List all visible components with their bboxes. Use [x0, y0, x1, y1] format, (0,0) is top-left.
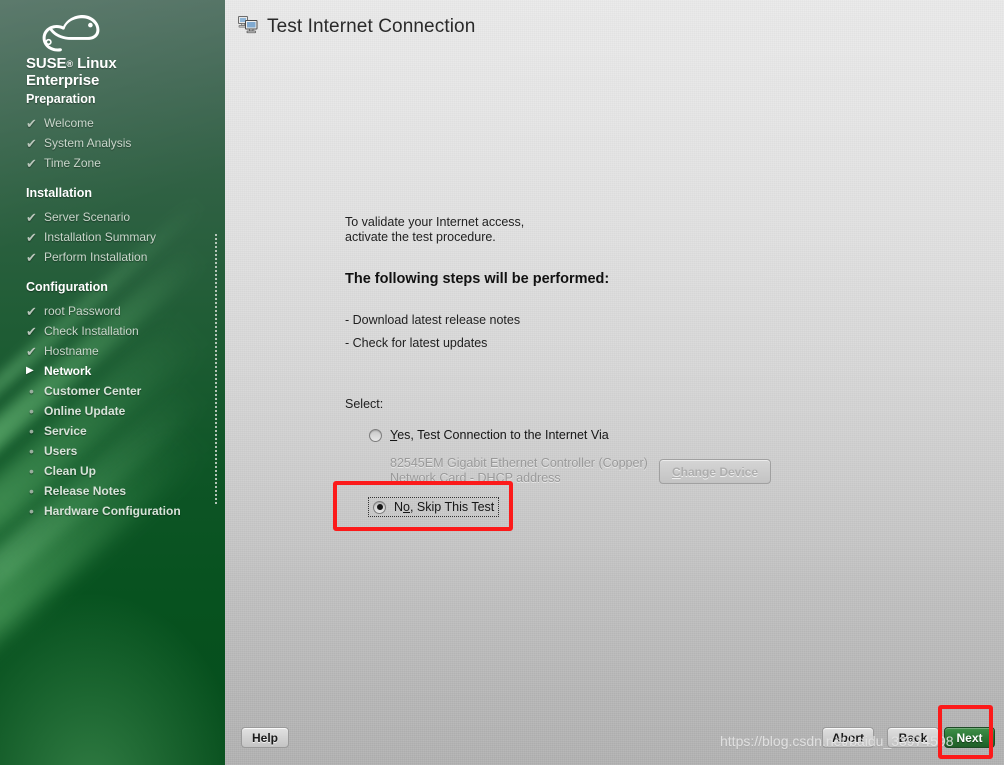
network-computers-icon [238, 14, 258, 39]
steps-heading: The following steps will be performed: [345, 271, 610, 287]
check-icon: ✔ [26, 249, 37, 265]
device-description-line-2: Network Card - DHCP address [390, 471, 561, 485]
check-icon: ✔ [26, 343, 37, 359]
radio-no-indicator[interactable] [373, 500, 386, 514]
product-name-line1-rest: Linux [73, 55, 117, 72]
sidebar-item-installation-summary[interactable]: ✔ Installation Summary [26, 227, 216, 247]
sidebar-item-perform-installation[interactable]: ✔ Perform Installation [26, 247, 216, 267]
sidebar-item-label: Welcome [44, 116, 94, 130]
sidebar-item-network[interactable]: ▶ Network [26, 361, 216, 381]
network-device-description: 82545EM Gigabit Ethernet Controller (Cop… [390, 456, 870, 486]
radio-no-skip-this-test[interactable]: No, Skip This Test [367, 497, 500, 517]
sidebar-item-server-scenario[interactable]: ✔ Server Scenario [26, 207, 216, 227]
accelerator-key: o [403, 500, 410, 514]
sidebar-item-label: Network [44, 364, 92, 378]
check-icon: ✔ [26, 303, 37, 319]
radio-no-label: No, Skip This Test [394, 500, 494, 514]
bullet-icon: • [29, 442, 34, 459]
device-description-line-1: 82545EM Gigabit Ethernet Controller (Cop… [390, 456, 648, 470]
radio-no-label-start: N [394, 500, 404, 514]
current-step-arrow-icon: ▶ [26, 365, 34, 376]
radio-yes-indicator[interactable] [369, 428, 382, 442]
bullet-icon: • [29, 482, 34, 499]
installer-window: SUSE® Linux Enterprise Preparation ✔ Welco… [0, 0, 1004, 765]
step-item: - Download latest release notes [345, 313, 521, 327]
sidebar-item-service[interactable]: • Service [26, 421, 216, 441]
sidebar-item-root-password[interactable]: ✔ root Password [26, 301, 216, 321]
sidebar-item-label: Hardware Configuration [44, 504, 181, 518]
step-item: - Check for latest updates [345, 336, 488, 350]
bullet-icon: • [29, 382, 34, 399]
sidebar-item-label: Release Notes [44, 484, 127, 498]
sidebar-item-users[interactable]: • Users [26, 441, 216, 461]
abort-button[interactable]: Abort [822, 727, 874, 748]
main-content-panel: Test Internet Connection To validate you… [225, 0, 1004, 765]
radio-yes-label: Yes, Test Connection to the Internet Via [390, 428, 609, 442]
sidebar-section-heading: Configuration [26, 280, 108, 294]
radio-yes-test-connection[interactable]: Yes, Test Connection to the Internet Via [369, 428, 609, 442]
check-icon: ✔ [26, 323, 37, 339]
check-icon: ✔ [26, 115, 37, 131]
sidebar-corner-glow [0, 575, 225, 765]
accelerator-key: C [671, 464, 681, 479]
sidebar-item-label: Installation Summary [44, 230, 157, 244]
sidebar-item-welcome[interactable]: ✔ Welcome [26, 113, 216, 133]
check-icon: ✔ [26, 229, 37, 245]
sidebar-item-release-notes[interactable]: • Release Notes [26, 481, 216, 501]
sidebar-item-online-update[interactable]: • Online Update [26, 401, 216, 421]
help-button[interactable]: Help [241, 727, 289, 748]
sidebar-item-label: Users [44, 444, 78, 458]
page-title: Test Internet Connection [267, 15, 476, 37]
sidebar-item-hostname[interactable]: ✔ Hostname [26, 341, 216, 361]
sidebar-item-label: System Analysis [44, 136, 132, 150]
sidebar-item-label: Time Zone [44, 156, 101, 170]
sidebar-item-label: Hostname [44, 344, 99, 358]
check-icon: ✔ [26, 155, 37, 171]
instructions-block: To validate your Internet access, activa… [345, 215, 905, 351]
bullet-icon: • [29, 502, 34, 519]
change-device-button[interactable]: Change Device [659, 459, 771, 484]
sidebar-item-hardware-configuration[interactable]: • Hardware Configuration [26, 501, 216, 521]
bullet-icon: • [29, 402, 34, 419]
next-button[interactable]: Next [944, 727, 995, 748]
check-icon: ✔ [26, 209, 37, 225]
intro-line-2: activate the test procedure. [345, 230, 496, 244]
sidebar-item-label: Online Update [44, 404, 126, 418]
sidebar-item-check-installation[interactable]: ✔ Check Installation [26, 321, 216, 341]
sidebar-item-label: Customer Center [44, 384, 142, 398]
sidebar-item-label: root Password [44, 304, 121, 318]
sidebar-item-label: Check Installation [44, 324, 139, 338]
change-device-label: hange Device [680, 464, 759, 479]
page-header: Test Internet Connection [238, 14, 475, 39]
bullet-icon: • [29, 422, 34, 439]
bullet-icon: • [29, 462, 34, 479]
installation-sidebar: SUSE® Linux Enterprise Preparation ✔ Welco… [0, 0, 225, 765]
intro-line-1: To validate your Internet access, [345, 215, 525, 229]
sidebar-item-customer-center[interactable]: • Customer Center [26, 381, 216, 401]
sidebar-section-heading: Installation [26, 186, 92, 200]
sidebar-item-system-analysis[interactable]: ✔ System Analysis [26, 133, 216, 153]
sidebar-item-label: Service [44, 424, 87, 438]
sidebar-item-time-zone[interactable]: ✔ Time Zone [26, 153, 216, 173]
product-name-line2: Enterprise [26, 71, 100, 89]
back-button[interactable]: Back [887, 727, 939, 748]
sidebar-section-heading: Preparation [26, 92, 96, 106]
sidebar-item-label: Server Scenario [44, 210, 131, 224]
sidebar-item-label: Clean Up [44, 464, 97, 478]
sidebar-item-clean-up[interactable]: • Clean Up [26, 461, 216, 481]
radio-yes-label-text: es, Test Connection to the Internet Via [397, 428, 609, 442]
product-name: SUSE® Linux Enterprise [26, 56, 216, 88]
sidebar-item-label: Perform Installation [44, 250, 148, 264]
product-name-line1: SUSE [26, 55, 67, 72]
check-icon: ✔ [26, 135, 37, 151]
select-label: Select: [345, 397, 384, 411]
radio-no-label-text: , Skip This Test [409, 500, 495, 514]
suse-chameleon-logo-icon [22, 10, 132, 58]
